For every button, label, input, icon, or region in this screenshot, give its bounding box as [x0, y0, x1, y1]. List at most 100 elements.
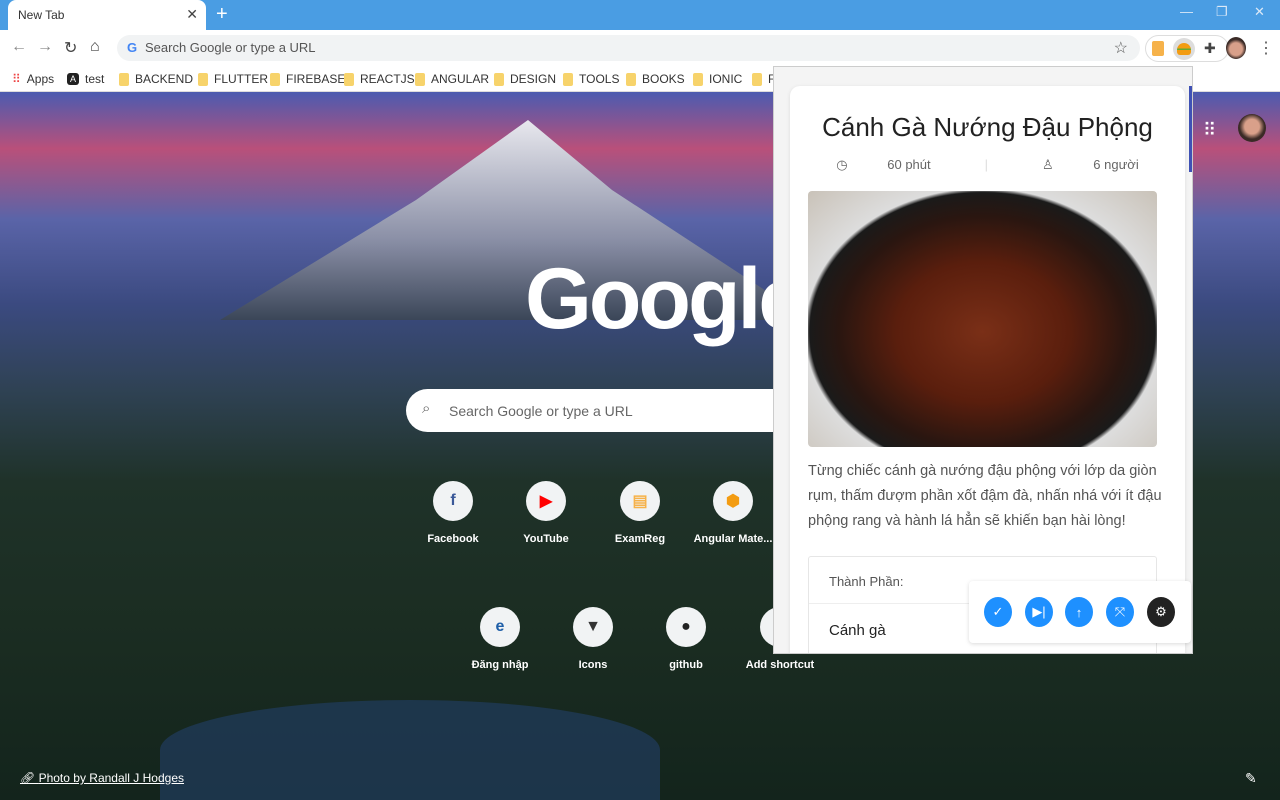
- recipe-photo: [808, 191, 1157, 447]
- shortcut-label: Đăng nhập: [471, 659, 529, 671]
- action-bar: ✓ ▶| ↑ ⤧ ⚙: [969, 581, 1191, 643]
- shortcut-tile[interactable]: ⬢ Angular Mate...: [688, 481, 778, 545]
- shortcut-label: Facebook: [427, 533, 479, 545]
- bookmark-label: TOOLS: [579, 72, 620, 86]
- reload-icon[interactable]: ↻: [64, 38, 77, 58]
- folder-icon: [415, 72, 425, 86]
- shortcut-icon: ▶: [526, 481, 566, 521]
- extensions-area: ✚: [1145, 35, 1229, 62]
- bookmark-label: REACTJS: [360, 72, 415, 86]
- check-icon: ✓: [992, 604, 1004, 619]
- shortcut-label: Angular Mate...: [693, 533, 773, 545]
- check-button[interactable]: ✓: [984, 597, 1012, 627]
- servings: 6 người: [1093, 157, 1139, 172]
- bookmark-folder[interactable]: REACTJS: [344, 72, 415, 86]
- shortcut-icon: f: [433, 481, 473, 521]
- ingredient-item: Cánh gà: [829, 622, 886, 639]
- omnibox[interactable]: G Search Google or type a URL ☆: [117, 35, 1140, 61]
- apps-grid-icon: ⠿: [12, 72, 21, 86]
- shortcut-tile[interactable]: f Facebook: [408, 481, 498, 545]
- bookmark-folder[interactable]: TOOLS: [563, 72, 619, 86]
- tab-new-tab[interactable]: New Tab ✕: [8, 0, 206, 30]
- shortcut-tile[interactable]: ▤ ExamReg: [595, 481, 685, 545]
- bookmark-label: test: [85, 72, 105, 86]
- shortcut-icon: ⬢: [713, 481, 753, 521]
- recipe-meta: ◷ 60 phút | ♙ 6 người: [836, 157, 1139, 172]
- bookmark-folder[interactable]: BOOKS: [626, 72, 685, 86]
- recipe-card: Cánh Gà Nướng Đậu Phộng ◷ 60 phút | ♙ 6 ng…: [790, 86, 1185, 653]
- folder-icon: [693, 72, 703, 86]
- folder-icon: [270, 72, 280, 86]
- bookmark-test[interactable]: Atest: [67, 72, 104, 86]
- account-avatar[interactable]: [1238, 114, 1266, 142]
- ingredients-header: Thành Phần:: [829, 574, 904, 589]
- omnibox-placeholder: Search Google or type a URL: [145, 40, 316, 55]
- recipe-title: Cánh Gà Nướng Đậu Phộng: [822, 112, 1153, 142]
- bookmark-label: ANGULAR: [431, 72, 490, 86]
- shortcut-label: YouTube: [523, 533, 569, 545]
- tab-title: New Tab: [18, 8, 65, 22]
- google-icon: G: [127, 40, 138, 55]
- folder-icon: [626, 72, 636, 86]
- close-tab-icon[interactable]: ✕: [186, 6, 198, 23]
- bookmark-folder[interactable]: F: [752, 72, 775, 86]
- shortcut-tile[interactable]: ▼ Icons: [548, 607, 638, 671]
- forward-icon[interactable]: →: [37, 38, 53, 56]
- bookmark-folder[interactable]: BACKEND: [119, 72, 193, 86]
- recipe-extension-popup: Cánh Gà Nướng Đậu Phộng ◷ 60 phút | ♙ 6 ng…: [773, 66, 1193, 654]
- fullscreen-button[interactable]: ⤧: [1106, 597, 1134, 627]
- search-placeholder: Search Google or type a URL: [449, 403, 633, 419]
- settings-button[interactable]: ⚙: [1147, 597, 1175, 627]
- shortcut-icon: ▼: [573, 607, 613, 647]
- folder-icon: [198, 72, 208, 86]
- google-apps-icon[interactable]: ⠿: [1203, 120, 1216, 141]
- close-window-icon[interactable]: ✕: [1254, 4, 1265, 20]
- shortcut-label: ExamReg: [614, 533, 666, 545]
- restore-icon[interactable]: ❐: [1216, 4, 1228, 20]
- cook-time: 60 phút: [887, 157, 931, 172]
- shortcut-label: Add shortcut: [745, 659, 815, 671]
- bookmark-label: IONIC: [709, 72, 743, 86]
- link-icon: 🔗︎: [20, 771, 39, 785]
- next-button[interactable]: ▶|: [1025, 597, 1053, 627]
- back-icon[interactable]: ←: [11, 38, 27, 56]
- ntp-search-box[interactable]: ⌕ Search Google or type a URL: [406, 389, 806, 432]
- bookmark-folder[interactable]: IONIC: [693, 72, 742, 86]
- menu-kebab-icon[interactable]: ⋮: [1258, 38, 1274, 58]
- puzzle-extensions-icon[interactable]: ✚: [1204, 40, 1216, 57]
- bookmark-folder[interactable]: DESIGN: [494, 72, 556, 86]
- scroll-up-button[interactable]: ↑: [1065, 597, 1093, 627]
- bookmark-folder[interactable]: ANGULAR: [415, 72, 489, 86]
- new-tab-button[interactable]: +: [216, 3, 236, 26]
- photo-credit-link[interactable]: 🔗︎ Photo by Randall J Hodges: [20, 771, 184, 785]
- shortcut-label: github: [669, 659, 703, 671]
- folder-icon: [752, 72, 762, 86]
- shortcut-tile[interactable]: e Đăng nhập: [455, 607, 545, 671]
- minimize-icon[interactable]: —: [1180, 4, 1193, 19]
- bookmark-label: DESIGN: [510, 72, 557, 86]
- photo-credit-text: Photo by Randall J Hodges: [38, 771, 185, 785]
- burger-extension-icon[interactable]: [1173, 38, 1195, 60]
- bookmark-folder[interactable]: FIREBASE: [270, 72, 345, 86]
- shortcut-icon: ▤: [620, 481, 660, 521]
- bookmark-label: BOOKS: [642, 72, 685, 86]
- home-icon[interactable]: ⌂: [90, 38, 100, 56]
- bookmark-label: FLUTTER: [214, 72, 268, 86]
- profile-avatar[interactable]: [1226, 37, 1246, 59]
- popup-scrollbar[interactable]: [1189, 86, 1192, 172]
- fullscreen-icon: ⤧: [1114, 604, 1126, 619]
- folder-icon: [494, 72, 504, 86]
- bookmark-star-icon[interactable]: ☆: [1114, 38, 1128, 58]
- examreg-extension-icon[interactable]: [1152, 41, 1164, 56]
- folder-icon: [563, 72, 573, 86]
- bookmark-folder[interactable]: FLUTTER: [198, 72, 268, 86]
- folder-icon: [344, 72, 354, 86]
- bookmark-apps[interactable]: ⠿ Apps: [12, 72, 54, 86]
- shortcut-icon: ●: [666, 607, 706, 647]
- shortcut-tile[interactable]: ● github: [641, 607, 731, 671]
- shortcut-tile[interactable]: ▶ YouTube: [501, 481, 591, 545]
- bookmark-label: Apps: [26, 72, 55, 86]
- recipe-description: Từng chiếc cánh gà nướng đậu phộng với l…: [808, 463, 1162, 529]
- shortcut-icon: e: [480, 607, 520, 647]
- customize-pencil-icon[interactable]: ✎: [1245, 770, 1257, 787]
